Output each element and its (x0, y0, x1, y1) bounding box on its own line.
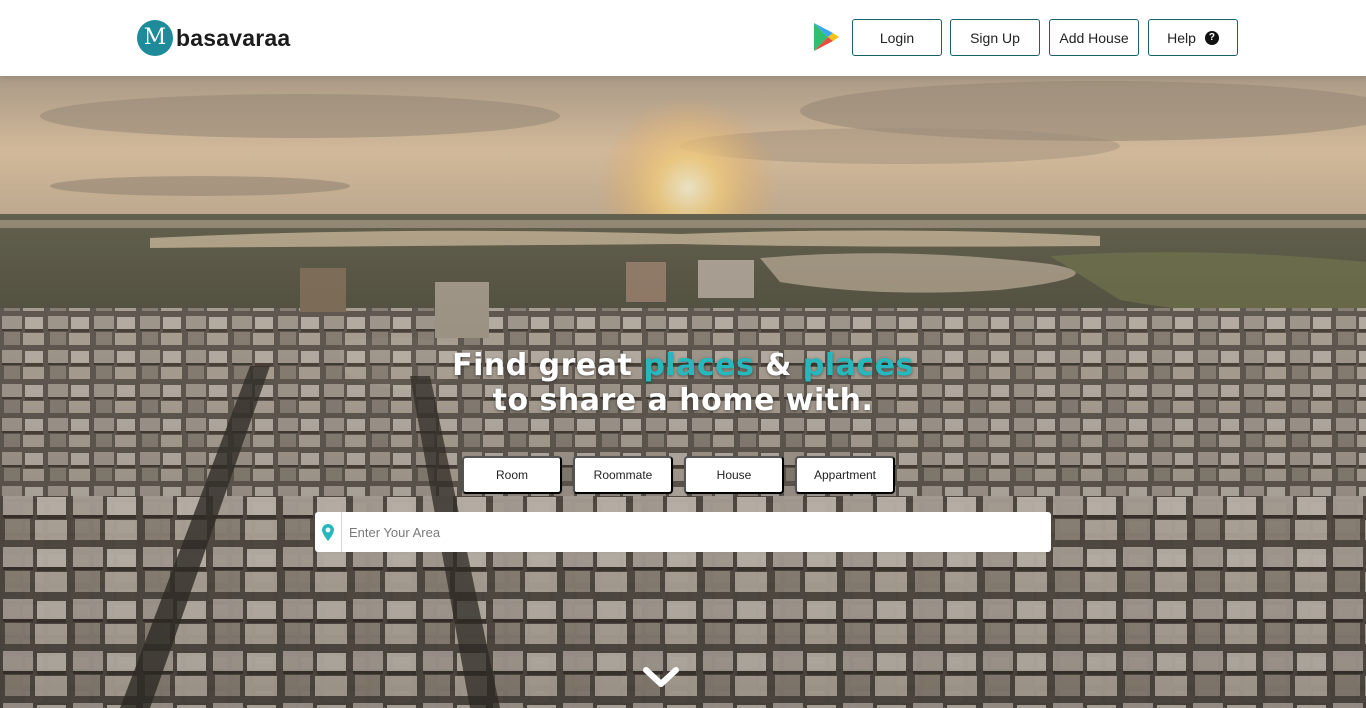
category-house-button[interactable]: House (684, 456, 784, 494)
category-room-button[interactable]: Room (462, 456, 562, 494)
chevron-down-icon[interactable] (642, 664, 680, 690)
category-appartment-button[interactable]: Appartment (795, 456, 895, 494)
headline-text-2: & (754, 348, 803, 383)
headline-accent-1: places (643, 348, 755, 383)
area-search-input[interactable] (342, 512, 1051, 552)
brand-name: basavaraa (176, 24, 291, 51)
category-roommate-button[interactable]: Roommate (573, 456, 673, 494)
login-button[interactable]: Login (852, 19, 942, 56)
help-button[interactable]: Help ? (1148, 19, 1238, 56)
brand-logo[interactable]: M basavaraa (137, 20, 290, 56)
google-play-icon[interactable] (812, 22, 840, 52)
logo-mark: M (137, 20, 173, 56)
hero-headline: Find great places & places to share a ho… (0, 348, 1366, 418)
area-search-bar (315, 512, 1051, 552)
signup-button[interactable]: Sign Up (950, 19, 1040, 56)
map-pin-icon (315, 512, 342, 552)
add-house-button[interactable]: Add House (1049, 19, 1139, 56)
headline-line-2: to share a home with. (492, 383, 874, 418)
question-circle-icon: ? (1204, 30, 1219, 45)
headline-text-1: Find great (452, 348, 644, 383)
hero-section: Find great places & places to share a ho… (0, 76, 1366, 708)
help-label: Help (1167, 29, 1196, 46)
headline-accent-2: places (802, 348, 914, 383)
top-navbar: M basavaraa Login Sign Up Add House Help… (0, 0, 1366, 76)
